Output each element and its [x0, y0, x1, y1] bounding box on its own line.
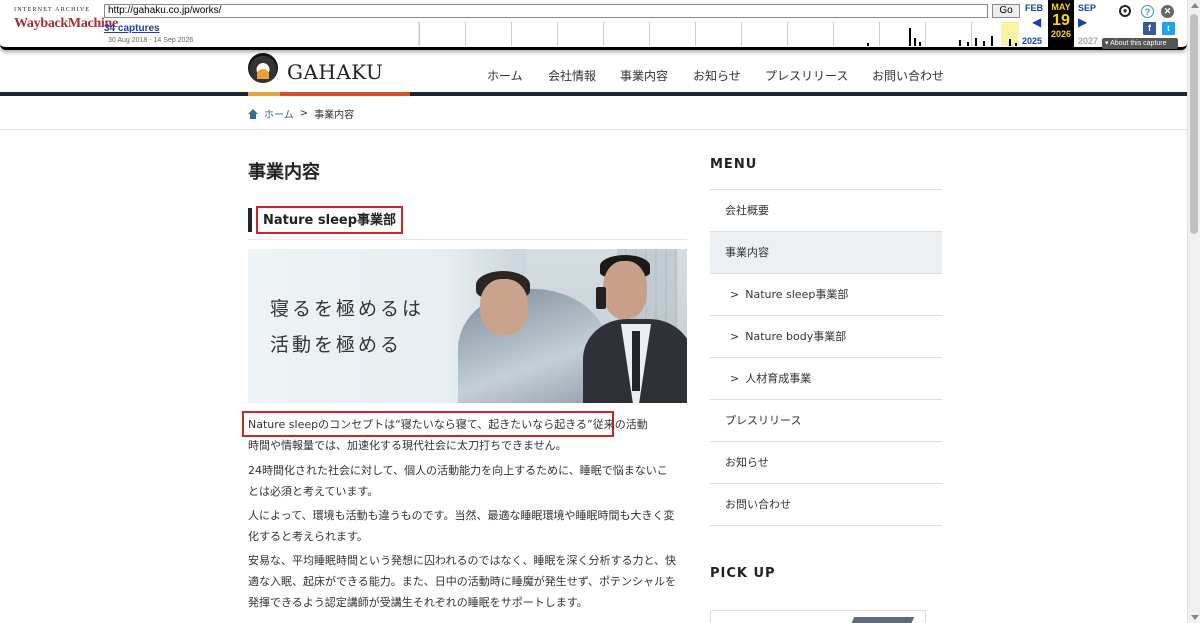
- breadcrumb: ホーム > 事業内容: [248, 106, 354, 121]
- sidebar-title: MENU: [710, 157, 758, 172]
- wayback-current-date: MAY 19 2026: [1048, 0, 1074, 47]
- hero-copy: 寝るを極めるは 活動を極める: [270, 291, 424, 363]
- sidebar-item-hr-development[interactable]: 人材育成事業: [710, 358, 942, 400]
- breadcrumb-current: 事業内容: [314, 110, 355, 121]
- paragraph-concept-line2: 時間や情報量では、加速化する現代社会に太刀打ちできません。: [248, 439, 567, 452]
- wayback-next-year[interactable]: 2027: [1078, 36, 1098, 46]
- nav-news[interactable]: お知らせ: [693, 67, 741, 84]
- hero-sleeping-man-head: [480, 279, 528, 335]
- gahaku-logo-icon[interactable]: [248, 53, 278, 83]
- wayback-current-month: MAY: [1051, 2, 1071, 12]
- sidebar-item-nature-sleep-label: Nature sleep事業部: [745, 288, 849, 301]
- nav-business[interactable]: 事業内容: [620, 67, 668, 84]
- breadcrumb-separator: >: [299, 108, 309, 119]
- hero-phone: [596, 287, 606, 309]
- paragraph-concept: Nature sleepのコンセプトは“寝たいなら寝て、起きたいなら起きる”従来…: [248, 414, 688, 456]
- paragraph-concept-line1: Nature sleepのコンセプトは“寝たいなら寝て、起きたいなら起きる”従来…: [248, 418, 648, 431]
- scroll-up-icon[interactable]: [1191, 3, 1199, 8]
- hero-image: 寝るを極めるは 活動を極める: [248, 249, 687, 403]
- page-title: 事業内容: [248, 162, 320, 183]
- sidebar-item-press[interactable]: プレスリリース: [710, 400, 942, 442]
- wayback-about-capture[interactable]: ▾ About this capture: [1102, 38, 1178, 49]
- wayback-url-input[interactable]: http://gahaku.co.jp/works/: [104, 4, 988, 18]
- site-logo-text[interactable]: GAHAKU: [287, 60, 383, 84]
- sidebar-item-contact[interactable]: お問い合わせ: [710, 484, 942, 526]
- help-icon[interactable]: ?: [1141, 5, 1154, 18]
- hero-copy-line2: 活動を極める: [270, 334, 403, 356]
- sidebar-item-nature-sleep[interactable]: Nature sleep事業部: [710, 274, 942, 316]
- section-heading-label: Nature sleep事業部: [256, 206, 404, 234]
- breadcrumb-home-link[interactable]: ホーム: [264, 106, 294, 121]
- wayback-sparkline[interactable]: [418, 22, 1019, 46]
- home-icon[interactable]: [248, 108, 258, 119]
- sidebar-item-company-overview[interactable]: 会社概要: [710, 190, 942, 232]
- twitter-icon[interactable]: t: [1162, 22, 1175, 35]
- wayback-go-button[interactable]: Go: [992, 4, 1020, 18]
- wayback-logo-main: WaybackMachine: [14, 16, 118, 31]
- hero-businessman-head: [603, 261, 647, 319]
- section-heading-bar: [248, 208, 252, 232]
- paragraph-24h: 24時間化された社会に対して、個人の活動能力を向上するために、睡眠で悩まないこと…: [248, 464, 668, 498]
- wayback-prev-year[interactable]: 2025: [1022, 36, 1042, 46]
- hero-businessman-tie: [632, 331, 640, 391]
- hero-copy-line1: 寝るを極めるは: [270, 298, 425, 320]
- nav-contact[interactable]: お問い合わせ: [872, 67, 944, 84]
- nav-home[interactable]: ホーム: [487, 67, 523, 84]
- paragraph-environment: 人によって、環境も活動も違うものです。当然、最適な睡眠環境や睡眠時間も大きく変化…: [248, 509, 675, 543]
- sidebar-item-business[interactable]: 事業内容: [710, 232, 942, 274]
- wayback-about-label: About this capture: [1110, 40, 1167, 47]
- wayback-current-day: 19: [1052, 12, 1070, 29]
- nav-press[interactable]: プレスリリース: [765, 67, 848, 84]
- scroll-down-icon[interactable]: [1191, 615, 1199, 620]
- user-icon[interactable]: ●: [1119, 5, 1131, 17]
- wayback-capture-range: 30 Aug 2018 - 14 Sep 2026: [108, 37, 194, 44]
- page-scrollbar[interactable]: [1187, 0, 1200, 623]
- wayback-toolbar: INTERNET ARCHIVE WaybackMachine http://g…: [0, 0, 1187, 50]
- wayback-logo[interactable]: INTERNET ARCHIVE WaybackMachine: [14, 7, 118, 43]
- pickup-title: PICK UP: [710, 566, 776, 581]
- wayback-prev-arrow-icon[interactable]: ◀: [1032, 15, 1041, 29]
- sidebar-item-hr-development-label: 人材育成事業: [745, 372, 812, 385]
- nav-company[interactable]: 会社情報: [548, 67, 596, 84]
- wayback-current-year: 2026: [1050, 29, 1072, 39]
- close-icon[interactable]: ✕: [1161, 5, 1174, 18]
- sidebar-item-nature-body-label: Nature body事業部: [745, 330, 847, 343]
- wayback-captures-link[interactable]: 34 captures: [104, 23, 160, 34]
- wayback-next-month[interactable]: SEP: [1074, 3, 1100, 13]
- wayback-next-arrow-icon[interactable]: ▶: [1078, 15, 1087, 29]
- wayback-prev-month[interactable]: FEB: [1021, 3, 1047, 13]
- breadcrumb-bar: ホーム > 事業内容: [0, 96, 1187, 130]
- paragraph-support: 安易な、平均睡眠時間という発想に囚われるのではなく、睡眠を深く分析する力と、快適…: [248, 554, 677, 609]
- sidebar-item-news[interactable]: お知らせ: [710, 442, 942, 484]
- scrollbar-thumb[interactable]: [1190, 14, 1198, 234]
- pickup-banner[interactable]: [710, 610, 926, 623]
- wayback-logo-top: INTERNET ARCHIVE: [14, 7, 91, 13]
- sidebar-item-nature-body[interactable]: Nature body事業部: [710, 316, 942, 358]
- section-heading: Nature sleep事業部: [248, 206, 687, 240]
- facebook-icon[interactable]: f: [1143, 22, 1156, 35]
- sidebar-menu: 会社概要 事業内容 Nature sleep事業部 Nature body事業部…: [710, 189, 942, 526]
